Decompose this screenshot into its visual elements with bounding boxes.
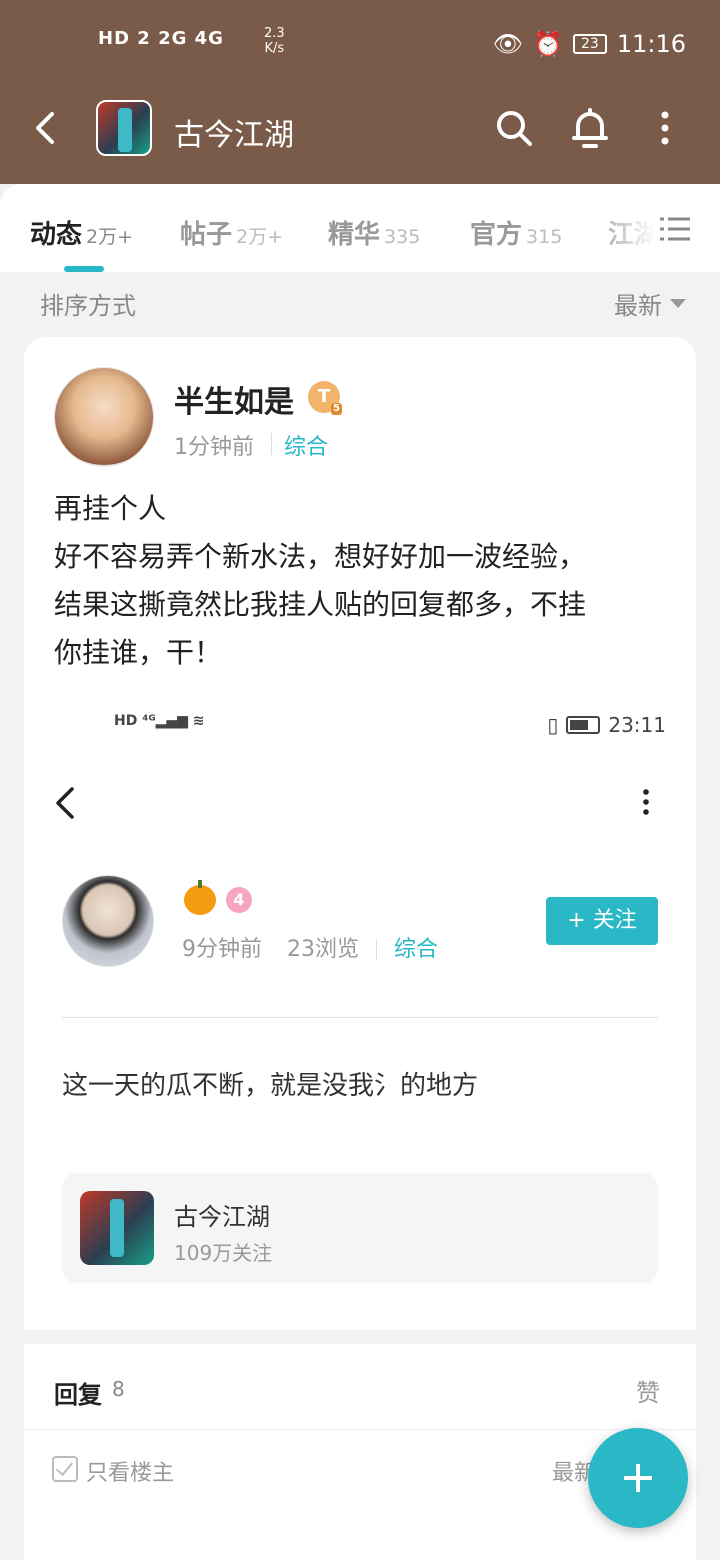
tab-count: 2万+	[86, 226, 134, 248]
post-time: 1分钟前	[174, 435, 254, 460]
alarm-icon: ⏰	[533, 30, 563, 58]
post-line: 你挂谁，干！	[54, 636, 223, 669]
post-username[interactable]: 半生如是	[174, 377, 294, 421]
tab-label: 帖子	[180, 220, 233, 250]
tab-tiezi[interactable]: 帖子 2万+	[180, 214, 283, 251]
post-text: 再挂个人 好不容易弄个新水法，想好好加一波经验， 结果这撕竟然比我挂人贴的回复都…	[54, 485, 674, 677]
speed-value: 2.3	[264, 26, 285, 41]
divider	[62, 1017, 658, 1018]
tab-jinghua[interactable]: 精华 335	[328, 214, 420, 251]
tab-label: 精华	[328, 220, 381, 250]
meta-divider	[376, 940, 377, 960]
image-post-views: 23浏览	[287, 937, 359, 962]
sort-label: 排序方式	[40, 292, 136, 320]
app-bar: 古今江湖	[0, 88, 720, 184]
follow-button: + 关注	[546, 897, 658, 945]
game-name: 古今江湖	[174, 1203, 270, 1231]
level-badge-text: T	[317, 386, 331, 407]
avatar	[62, 875, 154, 967]
bell-icon[interactable]	[570, 106, 610, 150]
more-icon[interactable]	[652, 110, 678, 146]
search-icon[interactable]	[494, 108, 534, 148]
app-logo[interactable]	[96, 100, 152, 156]
sort-value: 最新	[614, 292, 662, 320]
level-badge: 4	[226, 887, 252, 913]
status-bar: HD 2 2G 4G 2.3 K/s 👁 ⏰ 23 11:16	[0, 0, 720, 88]
page-title: 古今江湖	[174, 118, 294, 153]
pumpkin-icon	[184, 880, 216, 915]
game-logo	[80, 1191, 154, 1265]
like-label: 赞	[636, 1379, 660, 1407]
section-gap	[24, 1330, 696, 1344]
sort-dropdown[interactable]: 最新	[614, 286, 686, 321]
image-post-meta: 9分钟前 23浏览 综合	[182, 931, 438, 963]
image-status-time: 23:11	[608, 713, 666, 737]
more-icon	[643, 789, 649, 815]
level-badge-sub: 5	[331, 403, 342, 415]
tab-label: 官方	[470, 220, 523, 250]
back-icon	[56, 787, 74, 819]
tab-dongtai[interactable]: 动态 2万+	[30, 214, 133, 251]
create-post-button[interactable]	[588, 1428, 688, 1528]
tab-fade	[590, 184, 720, 272]
tab-bar: 动态2万+ 帖子2万+ 精华335 官方315 江湖	[0, 184, 720, 272]
eye-icon: 👁	[492, 30, 524, 58]
sort-bar: 排序方式 最新	[0, 272, 720, 328]
divider	[24, 1429, 696, 1430]
post-line: 再挂个人	[54, 492, 167, 525]
tab-count: 335	[384, 226, 421, 248]
caret-down-icon	[670, 299, 686, 308]
reply-count: 8	[112, 1377, 125, 1401]
vibrate-icon: ▯	[547, 713, 559, 737]
network-indicator: HD 2 2G 4G	[98, 28, 224, 49]
battery-icon: 23	[573, 34, 607, 54]
image-status-left: HD ⁴ᴳ▂▄▆ ≋	[114, 713, 205, 729]
back-icon[interactable]	[28, 108, 64, 148]
avatar[interactable]	[54, 367, 154, 467]
level-badge: T5	[308, 381, 342, 415]
post-image[interactable]: HD ⁴ᴳ▂▄▆ ≋ ▯ 23:11 4 9分钟前 23浏览 综合 + 关注 这…	[24, 695, 696, 1325]
clock: 11:16	[616, 30, 686, 58]
image-status-right: ▯ 23:11	[547, 713, 666, 737]
tab-count: 2万+	[236, 226, 284, 248]
image-post-time: 9分钟前	[182, 937, 262, 962]
tabs-menu-icon[interactable]	[660, 216, 690, 242]
image-post-text: 这一天的瓜不断，就是没我氵的地方	[62, 1071, 479, 1101]
game-card: 古今江湖 109万关注	[62, 1173, 658, 1283]
tab-label: 动态	[30, 220, 83, 250]
battery-icon	[566, 716, 601, 734]
image-post-category: 综合	[394, 937, 439, 962]
post-card[interactable]: 半生如是 T5 1分钟前 综合 再挂个人 好不容易弄个新水法，想好好加一波经验，…	[24, 337, 696, 1560]
tab-guanfang[interactable]: 官方 315	[470, 214, 562, 251]
tab-count: 315	[526, 226, 563, 248]
game-followers: 109万关注	[174, 1241, 273, 1265]
post-line: 好不容易弄个新水法，想好好加一波经验，	[54, 540, 587, 573]
post-category[interactable]: 综合	[284, 429, 328, 461]
only-author-checkbox	[52, 1456, 78, 1482]
status-right: 👁 ⏰ 23 11:16	[493, 30, 686, 58]
meta-divider	[271, 433, 272, 455]
post-line: 结果这撕竟然比我挂人贴的回复都多，不挂	[54, 588, 587, 621]
only-author-label: 只看楼主	[86, 1461, 175, 1486]
speed-unit: K/s	[264, 41, 285, 56]
reply-label: 回复	[54, 1381, 102, 1409]
network-speed: 2.3 K/s	[264, 26, 285, 56]
